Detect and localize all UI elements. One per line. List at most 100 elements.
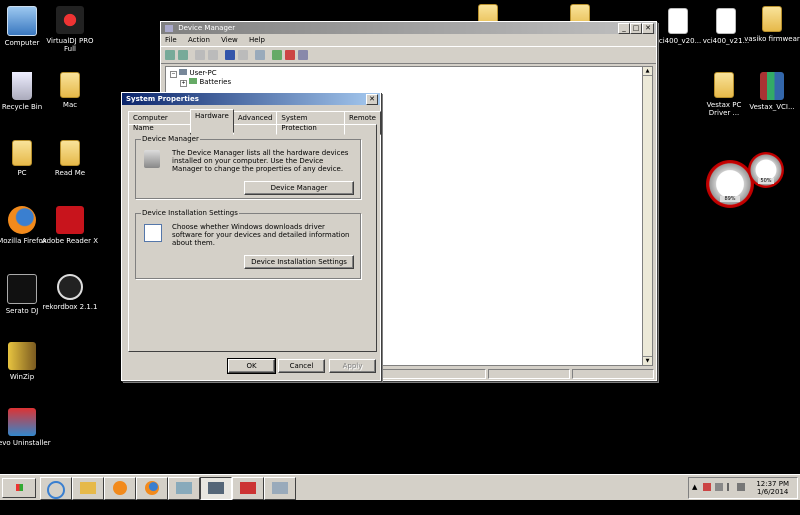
scroll-down-icon[interactable]: ▼ <box>643 356 652 365</box>
system-properties-dialog[interactable]: System Properties ✕ Computer Name Hardwa… <box>121 92 381 381</box>
status-pane <box>488 369 570 379</box>
power-icon[interactable] <box>715 483 723 491</box>
device-installation-settings-button[interactable]: Device Installation Settings <box>244 255 354 269</box>
apply-button[interactable]: Apply <box>329 359 376 373</box>
close-button[interactable]: ✕ <box>366 94 378 105</box>
task-device-manager[interactable] <box>200 477 232 500</box>
dialog-title: System Properties <box>126 95 199 103</box>
desktop-icon-read-me[interactable]: Read Me <box>40 140 100 177</box>
tree-root-label: User-PC <box>189 69 217 77</box>
volume-icon[interactable] <box>737 483 745 491</box>
task-media-player[interactable] <box>104 477 136 500</box>
forward-icon[interactable] <box>178 50 188 60</box>
desktop-icon-adobe-reader[interactable]: Adobe Reader X <box>40 206 100 245</box>
internet-explorer-icon <box>47 481 65 499</box>
start-button[interactable]: Start <box>2 478 36 510</box>
group-caption: Device Installation Settings <box>141 209 239 217</box>
task-network[interactable] <box>168 477 200 500</box>
action-center-icon[interactable] <box>703 483 711 491</box>
desktop-icon-label: vci400_v20... <box>654 37 702 45</box>
battery-icon <box>189 78 198 84</box>
clock-time: 12:37 PM <box>756 480 789 488</box>
minimize-button[interactable]: _ <box>618 23 630 34</box>
task-ie[interactable] <box>40 477 72 500</box>
task-firefox[interactable] <box>136 477 168 500</box>
folder-icon <box>762 6 782 32</box>
desktop-icon-winzip[interactable]: WinZip <box>0 342 52 381</box>
collapse-icon[interactable]: − <box>170 71 177 78</box>
folder-icon <box>714 72 734 98</box>
adobe-reader-icon <box>56 206 84 234</box>
recycle-bin-icon <box>12 72 32 100</box>
system-properties-titlebar[interactable]: System Properties ✕ <box>122 93 380 105</box>
clock[interactable]: 12:37 PM 1/6/2014 <box>756 480 789 496</box>
desktop-icon-label: Mac <box>62 101 78 109</box>
desktop-icon-mac[interactable]: Mac <box>40 72 100 109</box>
help-icon[interactable] <box>225 50 235 60</box>
show-hidden-icons-icon[interactable]: ▲ <box>692 483 697 491</box>
menu-view[interactable]: View <box>221 36 238 44</box>
firefox-icon <box>145 481 159 495</box>
desktop-icon-virtualdj[interactable]: VirtualDJ PRO Full <box>40 6 100 53</box>
clock-date: 1/6/2014 <box>756 488 789 496</box>
checklist-icon <box>144 224 162 242</box>
desktop-icon-label: Revo Uninstaller <box>0 439 51 447</box>
scroll-up-icon[interactable]: ▲ <box>643 67 652 76</box>
properties-icon[interactable] <box>208 50 218 60</box>
winrar-icon <box>760 72 784 100</box>
ok-button[interactable]: OK <box>227 358 276 374</box>
scan-hardware-icon[interactable] <box>255 50 265 60</box>
device-manager-group-icon <box>144 150 160 168</box>
folder-icon <box>12 140 32 166</box>
device-manager-group: Device Manager The Device Manager lists … <box>135 135 361 199</box>
computer-node-icon <box>179 69 188 75</box>
device-manager-icon <box>165 24 173 32</box>
menu-bar: File Action View Help <box>161 34 656 46</box>
device-manager-button[interactable]: Device Manager <box>244 181 354 195</box>
network-icon <box>176 482 192 494</box>
document-icon <box>668 8 688 34</box>
maximize-button[interactable]: □ <box>630 23 642 34</box>
tab-hardware[interactable]: Hardware <box>190 109 234 133</box>
device-manager-titlebar[interactable]: Device Manager _ □ ✕ <box>161 22 656 34</box>
close-button[interactable]: ✕ <box>642 23 654 34</box>
update-driver-icon[interactable] <box>272 50 282 60</box>
document-icon <box>716 8 736 34</box>
serato-icon <box>7 274 37 304</box>
desktop-icon-vci400-v20[interactable]: vci400_v20... <box>652 8 704 45</box>
menu-help[interactable]: Help <box>249 36 265 44</box>
task-tools[interactable] <box>264 477 296 500</box>
start-label: Start <box>7 501 31 510</box>
revo-uninstaller-icon <box>8 408 36 436</box>
tree-item[interactable]: + Batteries <box>180 78 231 87</box>
desktop-icon-vestax-vci[interactable]: Vestax_VCI... <box>744 72 800 111</box>
network-signal-icon[interactable] <box>727 483 735 491</box>
cpu-meter-gadget[interactable]: 89% 50% <box>706 152 786 212</box>
desktop-icon-label: Vestax_VCI... <box>749 103 795 111</box>
desktop-icon-label: WinZip <box>9 373 35 381</box>
vertical-scrollbar[interactable]: ▲ ▼ <box>642 66 653 366</box>
desktop-icon-label: vasiko firmwear <box>744 35 800 43</box>
tree-root[interactable]: − User-PC <box>170 69 217 78</box>
media-player-icon <box>113 481 127 495</box>
back-icon[interactable] <box>165 50 175 60</box>
view-icon[interactable] <box>238 50 248 60</box>
task-explorer[interactable] <box>72 477 104 500</box>
desktop-icon-label: Recycle Bin <box>1 103 43 111</box>
expand-icon[interactable]: + <box>180 80 187 87</box>
desktop-icon-revo[interactable]: Revo Uninstaller <box>0 408 52 447</box>
desktop-icon-label: Read Me <box>54 169 86 177</box>
group-description: Choose whether Windows downloads driver … <box>172 223 350 247</box>
menu-action[interactable]: Action <box>188 36 210 44</box>
uninstall-icon[interactable] <box>285 50 295 60</box>
cancel-button[interactable]: Cancel <box>278 359 325 373</box>
toolbox-icon <box>240 482 256 494</box>
desktop-icon-rekordbox[interactable]: rekordbox 2.1.1 <box>40 274 100 311</box>
menu-file[interactable]: File <box>165 36 177 44</box>
task-toolbox[interactable] <box>232 477 264 500</box>
show-hide-tree-icon[interactable] <box>195 50 205 60</box>
desktop-icon-vasiko-firmwear[interactable]: vasiko firmwear <box>744 6 800 43</box>
disable-icon[interactable] <box>298 50 308 60</box>
windows-logo-icon <box>15 484 23 491</box>
rekordbox-icon <box>57 274 83 300</box>
